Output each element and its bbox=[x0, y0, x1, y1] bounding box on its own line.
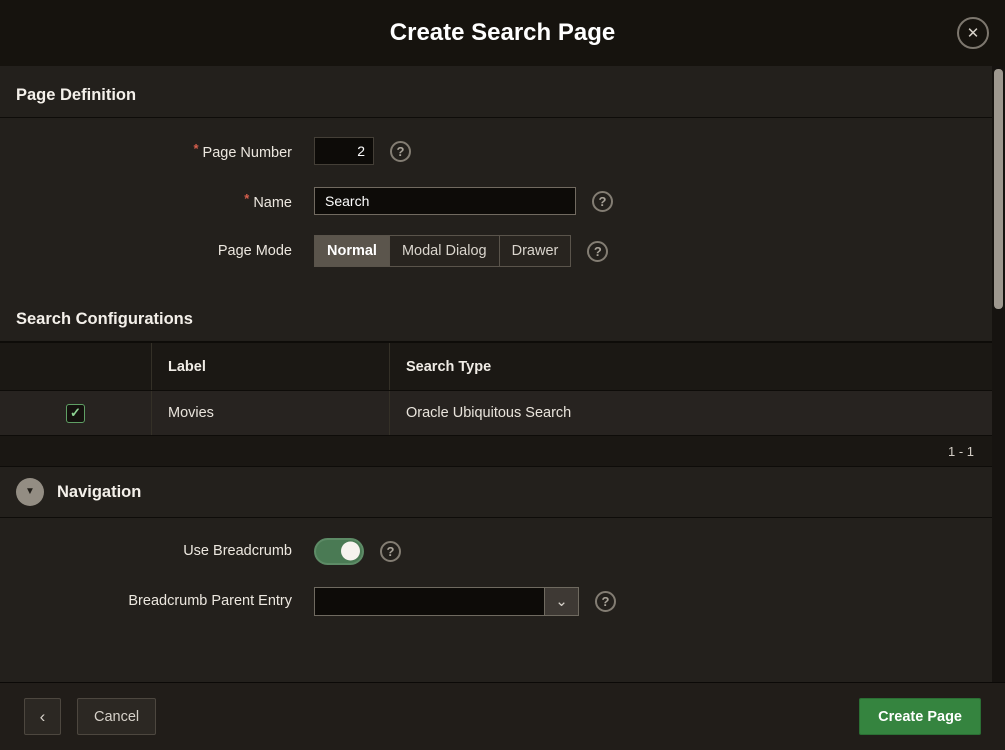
search-type-column-header: Search Type bbox=[390, 343, 992, 390]
scrollbar-thumb[interactable] bbox=[994, 69, 1003, 309]
dialog-footer: ‹ Cancel Create Page bbox=[0, 682, 1005, 750]
help-icon[interactable]: ? bbox=[390, 141, 411, 162]
checkmark-icon: ✓ bbox=[70, 405, 81, 421]
row-label-cell: Movies bbox=[152, 391, 390, 435]
help-icon[interactable]: ? bbox=[592, 191, 613, 212]
section-heading-page-definition: Page Definition bbox=[0, 66, 992, 118]
label-column-header: Label bbox=[152, 343, 390, 390]
close-icon: ✕ bbox=[967, 24, 980, 42]
pagination-label: 1 - 1 bbox=[0, 436, 992, 467]
required-marker: * bbox=[244, 191, 249, 206]
previous-button[interactable]: ‹ bbox=[24, 698, 61, 735]
table-row: ✓ Movies Oracle Ubiquitous Search bbox=[0, 391, 992, 436]
name-row: *Name ? bbox=[0, 176, 992, 226]
page-mode-normal-button[interactable]: Normal bbox=[315, 236, 390, 266]
section-heading-search-configurations: Search Configurations bbox=[0, 290, 992, 342]
question-mark-icon: ? bbox=[599, 194, 607, 209]
navigation-section-header: ▼ Navigation bbox=[0, 467, 992, 518]
navigation-form: Use Breadcrumb ? Breadcrumb Parent Entry… bbox=[0, 518, 992, 640]
triangle-down-icon: ▼ bbox=[25, 487, 35, 497]
page-mode-modal-dialog-button[interactable]: Modal Dialog bbox=[390, 236, 500, 266]
row-select-cell: ✓ bbox=[0, 391, 152, 435]
select-chevron-button[interactable]: ⌄ bbox=[544, 588, 578, 615]
chevron-down-icon: ⌄ bbox=[555, 592, 568, 610]
dialog-header: Create Search Page ✕ bbox=[0, 0, 1005, 67]
search-configurations-table: Label Search Type ✓ Movies Oracle Ubiqui… bbox=[0, 342, 992, 467]
close-button[interactable]: ✕ bbox=[957, 17, 989, 49]
breadcrumb-parent-entry-select[interactable]: ⌄ bbox=[314, 587, 579, 616]
page-definition-form: *Page Number ? *Name ? Page Mode bbox=[0, 118, 992, 290]
row-search-type-cell: Oracle Ubiquitous Search bbox=[390, 391, 992, 435]
row-checkbox[interactable]: ✓ bbox=[66, 404, 85, 423]
question-mark-icon: ? bbox=[594, 244, 602, 259]
create-page-button[interactable]: Create Page bbox=[859, 698, 981, 735]
help-icon[interactable]: ? bbox=[595, 591, 616, 612]
page-mode-drawer-button[interactable]: Drawer bbox=[500, 236, 571, 266]
section-heading-navigation: Navigation bbox=[57, 483, 141, 502]
chevron-left-icon: ‹ bbox=[40, 707, 46, 727]
toggle-knob bbox=[341, 542, 360, 561]
required-marker: * bbox=[193, 141, 198, 156]
breadcrumb-parent-entry-row: Breadcrumb Parent Entry ⌄ ? bbox=[0, 576, 992, 626]
question-mark-icon: ? bbox=[387, 544, 395, 559]
name-label: *Name bbox=[0, 191, 292, 211]
vertical-scrollbar[interactable] bbox=[992, 66, 1005, 682]
dialog-body: Page Definition *Page Number ? *Name ? bbox=[0, 66, 992, 682]
use-breadcrumb-row: Use Breadcrumb ? bbox=[0, 526, 992, 576]
breadcrumb-parent-entry-label: Breadcrumb Parent Entry bbox=[0, 593, 292, 609]
page-mode-row: Page Mode Normal Modal Dialog Drawer ? bbox=[0, 226, 992, 276]
page-number-label: *Page Number bbox=[0, 141, 292, 161]
table-header-row: Label Search Type bbox=[0, 343, 992, 391]
cancel-button[interactable]: Cancel bbox=[77, 698, 156, 735]
use-breadcrumb-label: Use Breadcrumb bbox=[0, 543, 292, 559]
navigation-collapse-button[interactable]: ▼ bbox=[16, 478, 44, 506]
question-mark-icon: ? bbox=[602, 594, 610, 609]
page-mode-label: Page Mode bbox=[0, 243, 292, 259]
dialog-title: Create Search Page bbox=[390, 19, 615, 47]
name-input[interactable] bbox=[314, 187, 576, 215]
page-number-input[interactable] bbox=[314, 137, 374, 165]
question-mark-icon: ? bbox=[397, 144, 405, 159]
create-search-page-dialog: Create Search Page ✕ Page Definition *Pa… bbox=[0, 0, 1005, 750]
select-value bbox=[315, 588, 544, 615]
help-icon[interactable]: ? bbox=[587, 241, 608, 262]
page-number-row: *Page Number ? bbox=[0, 126, 992, 176]
select-column-header bbox=[0, 343, 152, 390]
use-breadcrumb-toggle[interactable] bbox=[314, 538, 364, 565]
help-icon[interactable]: ? bbox=[380, 541, 401, 562]
page-mode-button-group: Normal Modal Dialog Drawer bbox=[314, 235, 571, 267]
